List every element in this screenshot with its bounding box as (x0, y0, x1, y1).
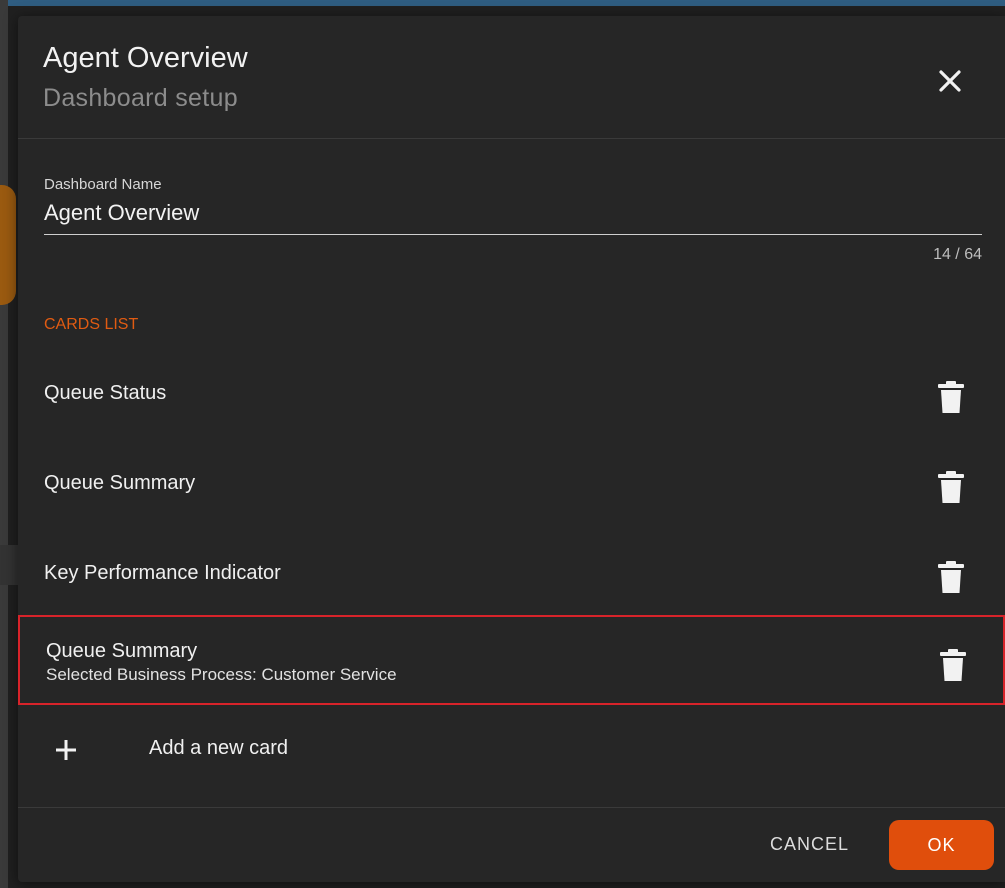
cards-list-heading: CARDS LIST (44, 316, 139, 333)
dialog-footer: CANCEL OK (18, 807, 1005, 882)
trash-icon[interactable] (936, 380, 966, 414)
card-item-queue-summary-selected[interactable]: Queue Summary Selected Business Process:… (18, 615, 1005, 705)
dialog-subtitle: Dashboard setup (43, 84, 238, 112)
cancel-button[interactable]: CANCEL (760, 825, 859, 863)
window-top-edge (0, 0, 1005, 6)
trash-icon[interactable] (936, 560, 966, 594)
trash-icon[interactable] (938, 648, 968, 682)
window-left-edge (0, 0, 8, 888)
background-strip (0, 545, 18, 585)
dashboard-setup-dialog: Agent Overview Dashboard setup Dashboard… (18, 16, 1005, 882)
card-name: Key Performance Indicator (44, 562, 281, 584)
background-accent (0, 185, 16, 305)
card-name: Queue Status (44, 382, 167, 404)
character-counter: 14 / 64 (933, 246, 982, 263)
card-detail: Selected Business Process: Customer Serv… (46, 665, 397, 684)
dashboard-name-label: Dashboard Name (44, 176, 162, 193)
card-item-kpi[interactable]: Key Performance Indicator (18, 527, 1005, 617)
card-item-queue-summary[interactable]: Queue Summary (18, 437, 1005, 527)
add-card-label: Add a new card (149, 737, 288, 759)
ok-button[interactable]: OK (889, 820, 994, 870)
add-card-button[interactable]: Add a new card (18, 714, 1005, 786)
close-icon[interactable] (933, 64, 967, 98)
plus-icon (52, 736, 80, 764)
dialog-title: Agent Overview (43, 42, 248, 74)
card-name: Queue Summary (46, 640, 198, 662)
dialog-header: Agent Overview Dashboard setup (18, 16, 1005, 139)
dashboard-name-input[interactable]: Agent Overview (44, 200, 199, 226)
card-item-queue-status[interactable]: Queue Status (18, 347, 1005, 437)
trash-icon[interactable] (936, 470, 966, 504)
card-name: Queue Summary (44, 472, 196, 494)
dashboard-name-underline (44, 234, 982, 235)
